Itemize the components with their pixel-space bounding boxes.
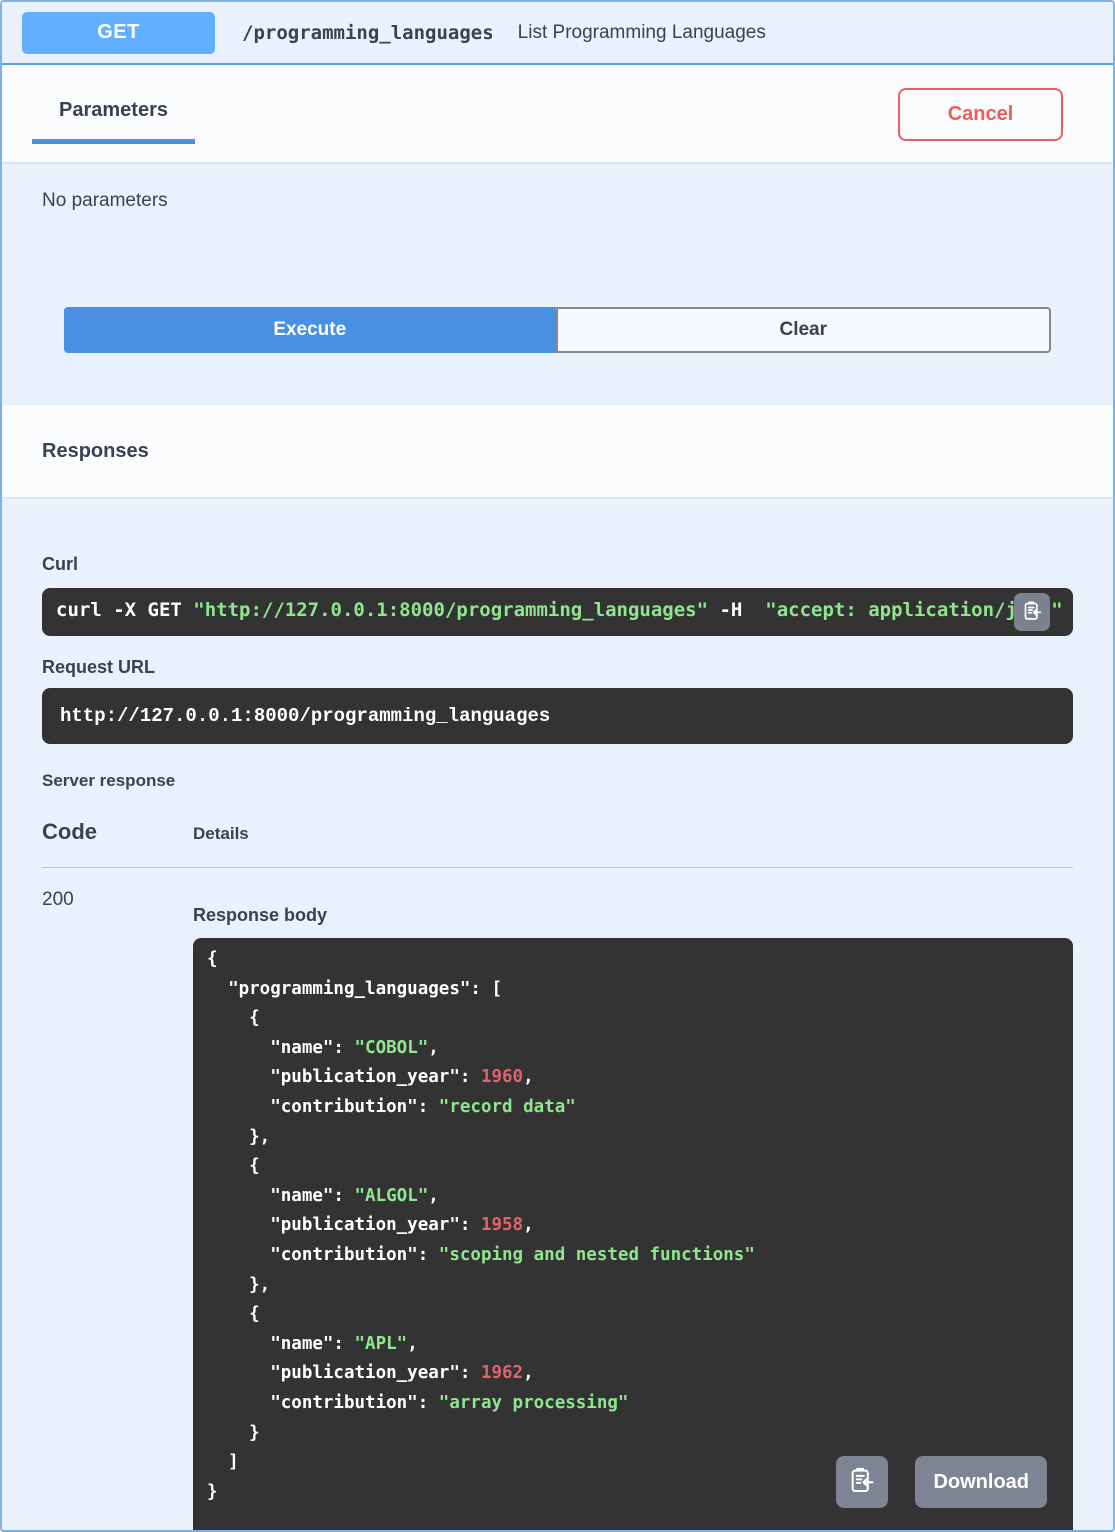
operation-summary[interactable]: GET /programming_languages List Programm… — [2, 2, 1113, 65]
responses-header: Responses — [2, 405, 1113, 497]
method-badge: GET — [22, 11, 215, 54]
curl-box: curl -X GET "http://127.0.0.1:8000/progr… — [42, 588, 1073, 636]
tab-parameters-label: Parameters — [59, 99, 168, 121]
response-table-header: Code Details — [42, 819, 1073, 845]
operation-description: List Programming Languages — [517, 21, 766, 43]
copy-curl-button[interactable] — [1014, 593, 1050, 631]
response-details: Response body { "programming_languages":… — [193, 889, 1073, 1530]
request-url-label: Request URL — [42, 657, 156, 677]
operation-path: /programming_languages — [242, 21, 494, 44]
tab-parameters[interactable]: Parameters — [32, 99, 195, 144]
clipboard-arrow-icon — [1022, 600, 1043, 625]
execute-button[interactable]: Execute — [64, 307, 556, 353]
response-body-json: { "programming_languages": [ { "name": "… — [207, 949, 755, 1502]
cancel-button[interactable]: Cancel — [898, 88, 1063, 141]
server-response-label: Server response — [42, 771, 176, 790]
clipboard-arrow-icon — [848, 1466, 876, 1498]
no-parameters-text: No parameters — [42, 190, 168, 211]
copy-response-button[interactable] — [836, 1456, 888, 1508]
parameters-header: Parameters Cancel — [2, 65, 1113, 162]
response-body-box: { "programming_languages": [ { "name": "… — [193, 938, 1073, 1530]
responses-body: Curl curl -X GET "http://127.0.0.1:8000/… — [2, 554, 1113, 1530]
code-column-header: Code — [42, 819, 97, 844]
responses-title: Responses — [42, 439, 149, 462]
parameters-body: No parameters Execute Clear — [2, 162, 1113, 405]
operation-block-get: GET /programming_languages List Programm… — [0, 0, 1115, 1532]
download-button[interactable]: Download — [915, 1456, 1047, 1508]
execute-button-group: Execute Clear — [64, 307, 1051, 353]
clear-button[interactable]: Clear — [555, 307, 1051, 353]
curl-label: Curl — [42, 554, 78, 574]
response-body-label: Response body — [193, 905, 328, 925]
details-column-header: Details — [193, 824, 249, 843]
status-code: 200 — [42, 889, 74, 910]
request-url-box: http://127.0.0.1:8000/programming_langua… — [42, 688, 1073, 744]
curl-command: curl -X GET "http://127.0.0.1:8000/progr… — [56, 599, 1063, 621]
request-url-value: http://127.0.0.1:8000/programming_langua… — [60, 705, 551, 727]
response-row-200: 200 Response body { "programming_languag… — [42, 868, 1073, 1530]
